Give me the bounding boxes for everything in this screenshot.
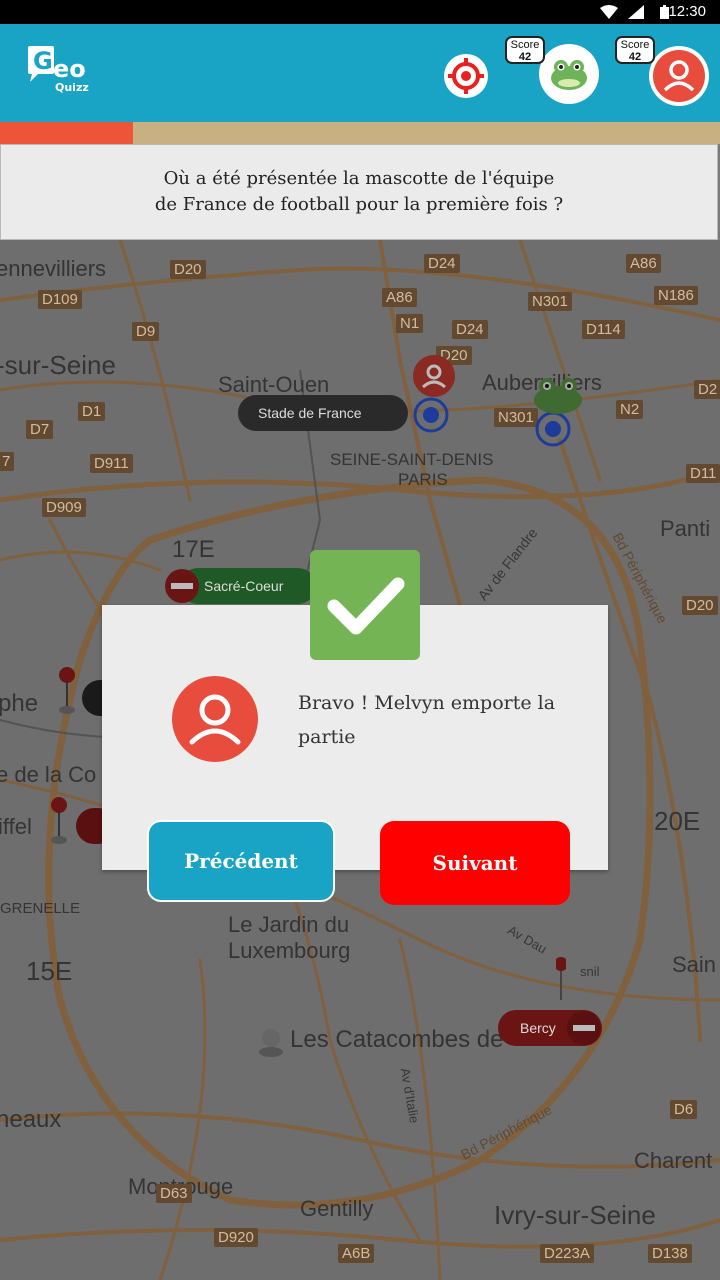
status-bar: 12:30 bbox=[0, 0, 720, 24]
next-button[interactable]: Suivant bbox=[380, 821, 570, 905]
score-label: Score bbox=[620, 39, 650, 51]
svg-text:Quizz: Quizz bbox=[55, 81, 89, 94]
geoquizz-logo: G eo Quizz bbox=[28, 46, 89, 94]
no-entry-icon bbox=[567, 1011, 601, 1045]
crosshair-icon bbox=[448, 58, 484, 94]
question-panel: Où a été présentée la mascotte de l'équi… bbox=[0, 144, 718, 240]
result-message: Bravo ! Melvyn emporte la partie bbox=[298, 692, 556, 748]
map-pin-icon bbox=[59, 667, 75, 714]
player-frog-score: Score 42 bbox=[505, 36, 545, 64]
winner-avatar bbox=[172, 676, 258, 762]
target-button[interactable] bbox=[444, 54, 488, 98]
location-ring-icon bbox=[413, 397, 449, 433]
player-user-avatar[interactable] bbox=[649, 46, 709, 106]
success-badge bbox=[310, 550, 420, 660]
user-icon bbox=[653, 50, 705, 102]
player-user-score: Score 42 bbox=[615, 36, 655, 64]
previous-button[interactable]: Précédent bbox=[147, 820, 335, 902]
signal-icon bbox=[628, 5, 644, 19]
pegman-icon bbox=[259, 1029, 283, 1057]
user-icon bbox=[189, 694, 241, 745]
marker-label: Bercy bbox=[520, 1020, 556, 1036]
clock: 12:30 bbox=[668, 3, 706, 20]
question-progress-bar bbox=[0, 122, 720, 144]
score-value: 42 bbox=[518, 51, 532, 63]
no-entry-icon bbox=[165, 569, 199, 603]
question-line-1: Où a été présentée la mascotte de l'équi… bbox=[163, 168, 555, 189]
score-label: Score bbox=[510, 39, 540, 51]
progress-fill bbox=[0, 122, 134, 144]
svg-text:eo: eo bbox=[53, 55, 86, 83]
wifi-icon bbox=[600, 5, 618, 19]
marker-sacre-coeur[interactable]: Sacré-Coeur bbox=[180, 568, 316, 604]
marker-stade-de-france[interactable]: Stade de France bbox=[238, 395, 408, 431]
map-pin-icon bbox=[51, 797, 67, 844]
frog-icon bbox=[551, 60, 587, 90]
question-line-2: de France de football pour la première f… bbox=[154, 194, 564, 215]
frog-map-pin-icon bbox=[534, 378, 582, 414]
map-pin-icon bbox=[556, 957, 566, 1000]
app-bar: G eo Quizz Score 42 Score 42 bbox=[0, 24, 720, 122]
player-frog-avatar[interactable] bbox=[539, 44, 599, 104]
svg-text:G: G bbox=[33, 47, 53, 75]
checkmark-icon bbox=[327, 577, 405, 635]
marker-label: Sacré-Coeur bbox=[204, 578, 284, 594]
score-value: 42 bbox=[628, 51, 642, 63]
marker-label: Stade de France bbox=[258, 405, 362, 421]
user-map-pin-icon bbox=[413, 355, 455, 397]
